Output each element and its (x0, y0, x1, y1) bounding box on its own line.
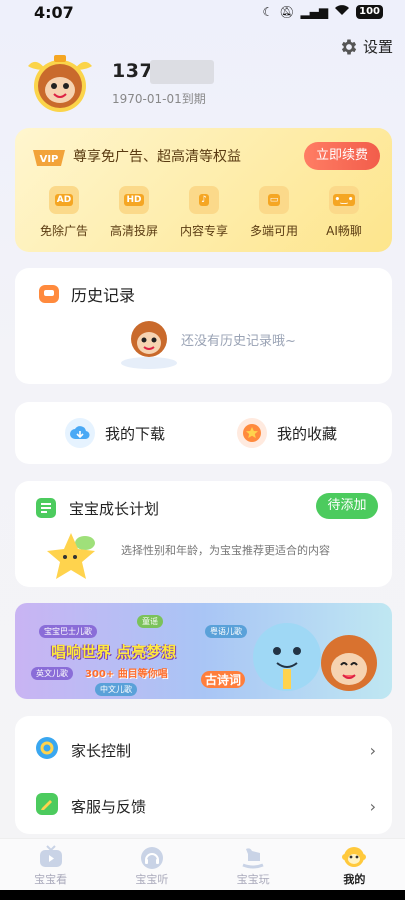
redacted-phone-mask (150, 60, 214, 84)
banner-tag-chinese: 中文儿歌 (95, 683, 137, 696)
banner-tag-cantonese: 粤语儿歌 (205, 625, 247, 638)
my-favorites-label: 我的收藏 (277, 424, 338, 443)
system-navigation-bar (0, 890, 405, 900)
history-empty-text: 还没有历史记录哦~ (181, 334, 296, 349)
growth-plan-icon (35, 497, 57, 523)
parental-control-row[interactable]: 家长控制 › (15, 722, 392, 778)
history-title: 历史记录 (71, 286, 136, 305)
star-favorite-icon (237, 418, 267, 448)
renew-button[interactable]: 立即续费 (304, 142, 380, 170)
vip-promo-text: 尊享免广告、超高清等权益 (73, 149, 241, 165)
growth-plan-title: 宝宝成长计划 (69, 500, 160, 518)
chevron-right-icon: › (369, 796, 376, 816)
settings-menu-card: 家长控制 › 客服与反馈 › (15, 716, 392, 834)
do-not-disturb-icon: ☾ (262, 4, 274, 19)
tab-play[interactable]: 宝宝玩 (203, 839, 304, 890)
status-time: 4:07 (34, 3, 74, 22)
mute-icon: 🔕︎ (279, 4, 295, 19)
perk-hd-cast[interactable]: HD 高清投屏 (99, 186, 169, 239)
bottom-tab-bar: 宝宝看 宝宝听 宝宝玩 我的 (0, 838, 405, 890)
tv-icon (39, 845, 62, 867)
rocking-horse-icon (242, 848, 264, 869)
signal-icon: ▂▄▆ (300, 4, 329, 19)
my-favorites-button[interactable]: 我的收藏 (237, 418, 337, 448)
parental-control-icon (35, 736, 59, 764)
banner-subtitle: 300+ 曲目等你唱 (85, 669, 168, 680)
vip-card[interactable]: VIP 尊享免广告、超高清等权益 立即续费 AD 免除广告 HD 高清投屏 ♪ … (15, 128, 392, 252)
perk-ai-chat[interactable]: •‿• AI畅聊 (309, 186, 379, 239)
download-icon (65, 418, 95, 448)
ai-chat-icon: •‿• (329, 186, 359, 214)
vip-perks: AD 免除广告 HD 高清投屏 ♪ 内容专享 ▭ 多端可用 •‿• AI畅聊 (29, 186, 379, 239)
settings-button[interactable]: 设置 (339, 36, 393, 57)
monkey-face-icon (342, 847, 367, 867)
banner-mascots-icon (253, 623, 377, 691)
tab-listen[interactable]: 宝宝听 (101, 839, 202, 890)
growth-plan-description: 选择性别和年龄，为宝宝推荐更适合的内容 (121, 544, 330, 557)
vip-expire-date: 1970-01-01到期 (112, 92, 206, 106)
exclusive-content-icon: ♪ (189, 186, 219, 214)
perk-no-ads[interactable]: AD 免除广告 (29, 186, 99, 239)
gear-icon (341, 39, 357, 54)
banner-poem-tag: 古诗词 (201, 671, 246, 688)
parental-control-label: 家长控制 (71, 741, 132, 760)
banner-headline: 唱响世界 点亮梦想 (51, 643, 177, 661)
avatar[interactable] (22, 52, 98, 114)
multi-device-icon: ▭ (259, 186, 289, 214)
monkey-mascot-icon (119, 313, 179, 375)
settings-label: 设置 (362, 38, 393, 56)
ad-icon: AD (49, 186, 79, 214)
feedback-icon (35, 792, 59, 820)
status-bar: 4:07 ☾ 🔕︎ ▂▄▆ 100 (0, 0, 405, 26)
tab-watch[interactable]: 宝宝看 (0, 839, 101, 890)
banner-brand: 宝宝巴士儿歌 (39, 625, 97, 638)
history-card[interactable]: 历史记录 还没有历史记录哦~ (15, 268, 392, 384)
perk-multi-device[interactable]: ▭ 多端可用 (239, 186, 309, 239)
tab-mine[interactable]: 我的 (304, 839, 405, 890)
chevron-right-icon: › (369, 740, 376, 760)
headphones-icon (140, 847, 163, 869)
hd-icon: HD (119, 186, 149, 214)
to-add-button[interactable]: 待添加 (316, 493, 378, 519)
feedback-row[interactable]: 客服与反馈 › (15, 778, 392, 834)
feedback-label: 客服与反馈 (71, 797, 147, 816)
wifi-icon (334, 4, 350, 19)
my-downloads-button[interactable]: 我的下载 (65, 418, 165, 448)
growth-plan-card[interactable]: 宝宝成长计划 待添加 选择性别和年龄，为宝宝推荐更适合的内容 (15, 481, 392, 587)
svg-text:VIP: VIP (40, 154, 59, 165)
banner-tag-nursery: 童谣 (137, 615, 163, 628)
battery-icon: 100 (356, 4, 383, 19)
history-icon (37, 281, 61, 309)
promo-banner[interactable]: 宝宝巴士儿歌 童谣 粤语儿歌 英文儿歌 中文儿歌 唱响世界 点亮梦想 300+ … (15, 603, 392, 699)
shortcuts-card: 我的下载 我的收藏 (15, 402, 392, 464)
banner-tag-english: 英文儿歌 (31, 667, 73, 680)
star-mascot-icon (33, 527, 109, 585)
my-downloads-label: 我的下载 (105, 424, 166, 443)
perk-exclusive-content[interactable]: ♪ 内容专享 (169, 186, 239, 239)
vip-badge-icon: VIP (31, 146, 67, 172)
